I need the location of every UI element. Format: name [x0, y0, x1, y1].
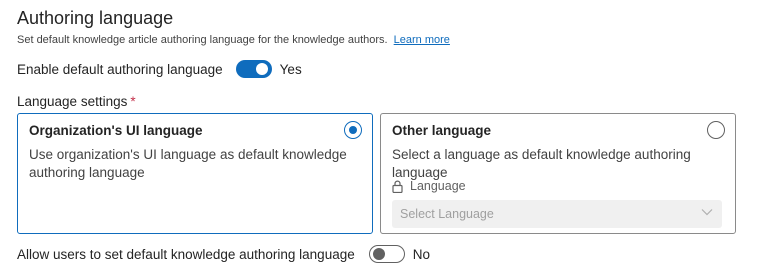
org-ui-language-radio[interactable]	[344, 121, 362, 139]
language-select[interactable]: Select Language	[392, 200, 722, 228]
language-settings-text: Language settings	[17, 94, 128, 109]
description-text: Set default knowledge article authoring …	[17, 34, 388, 46]
card-title: Organization's UI language	[29, 123, 203, 138]
allow-users-state: No	[412, 246, 430, 262]
required-marker: *	[130, 94, 136, 109]
other-language-card[interactable]: Other language Select a language as defa…	[380, 113, 736, 234]
org-ui-language-card[interactable]: Organization's UI language Use organizat…	[17, 113, 373, 234]
allow-users-row: Allow users to set default knowledge aut…	[17, 245, 430, 263]
toggle-knob	[255, 63, 268, 75]
page-description: Set default knowledge article authoring …	[17, 34, 450, 46]
other-language-radio[interactable]	[707, 121, 725, 139]
select-placeholder: Select Language	[400, 207, 494, 221]
chevron-down-icon	[701, 209, 713, 216]
enable-default-row: Enable default authoring language Yes	[17, 60, 302, 78]
page-title: Authoring language	[17, 8, 174, 28]
language-field-label: Language	[392, 179, 466, 193]
enable-default-label: Enable default authoring language	[17, 61, 223, 77]
learn-more-link[interactable]: Learn more	[394, 34, 450, 46]
card-title: Other language	[392, 123, 492, 138]
enable-default-toggle[interactable]	[235, 60, 272, 78]
enable-default-state: Yes	[279, 61, 302, 77]
toggle-knob	[372, 248, 385, 260]
allow-users-label: Allow users to set default knowledge aut…	[17, 246, 355, 262]
language-settings-label: Language settings *	[17, 94, 136, 109]
radio-dot	[349, 126, 357, 134]
card-description-line: Use organization's UI language as defaul…	[29, 147, 347, 162]
card-description: Use organization's UI language as defaul…	[29, 146, 347, 182]
language-field-text: Language	[410, 179, 466, 193]
lock-icon	[392, 180, 403, 193]
card-description-line: authoring language	[29, 165, 145, 180]
card-description: Select a language as default knowledge a…	[392, 147, 691, 180]
allow-users-toggle[interactable]	[368, 245, 405, 263]
